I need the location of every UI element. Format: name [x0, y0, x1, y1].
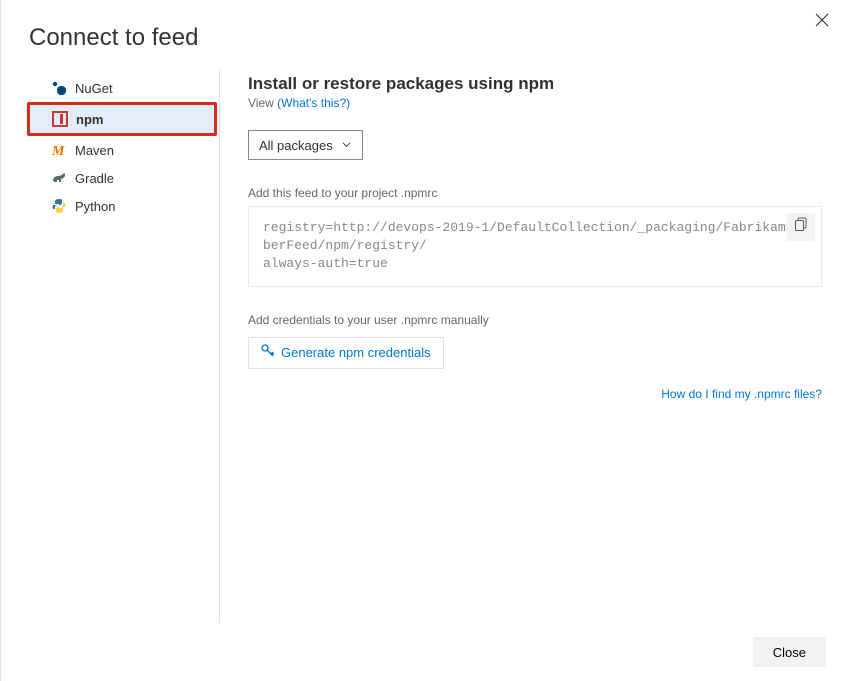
sidebar-item-maven[interactable]: M Maven	[1, 136, 219, 164]
generate-credentials-label: Generate npm credentials	[281, 345, 431, 360]
find-npmrc-link[interactable]: How do I find my .npmrc files?	[248, 387, 822, 401]
dialog-title: Connect to feed	[29, 24, 822, 52]
sidebar-item-gradle[interactable]: Gradle	[1, 164, 219, 192]
code-line: registry=http://devops-2019-1/DefaultCol…	[263, 219, 807, 255]
sidebar-item-npm[interactable]: npm	[30, 105, 214, 133]
python-icon	[51, 198, 67, 214]
dropdown-value: All packages	[259, 138, 333, 153]
section-add-feed-label: Add this feed to your project .npmrc	[248, 186, 822, 200]
tool-sidebar: NuGet npm M Maven G	[1, 70, 219, 623]
sidebar-item-python[interactable]: Python	[1, 192, 219, 220]
copy-icon	[794, 217, 808, 237]
generate-credentials-button[interactable]: Generate npm credentials	[248, 337, 444, 369]
content-pane: Install or restore packages using npm Vi…	[219, 70, 850, 623]
code-line: always-auth=true	[263, 255, 807, 273]
view-label: View	[248, 96, 274, 110]
section-credentials-label: Add credentials to your user .npmrc manu…	[248, 313, 822, 327]
whats-this-link[interactable]: (What's this?)	[277, 96, 350, 110]
npmrc-code-block: registry=http://devops-2019-1/DefaultCol…	[248, 206, 822, 287]
nuget-icon	[51, 80, 67, 96]
chevron-down-icon	[341, 138, 352, 153]
svg-text:M: M	[51, 144, 65, 158]
annotation-highlight: npm	[27, 102, 217, 136]
packages-dropdown[interactable]: All packages	[248, 130, 363, 160]
npm-icon	[52, 111, 68, 127]
gradle-icon	[51, 170, 67, 186]
key-icon	[261, 344, 275, 361]
content-heading: Install or restore packages using npm	[248, 74, 822, 94]
close-icon[interactable]	[808, 6, 836, 34]
copy-button[interactable]	[787, 213, 815, 241]
close-button[interactable]: Close	[753, 637, 826, 667]
maven-icon: M	[51, 142, 67, 158]
sidebar-item-nuget[interactable]: NuGet	[1, 74, 219, 102]
